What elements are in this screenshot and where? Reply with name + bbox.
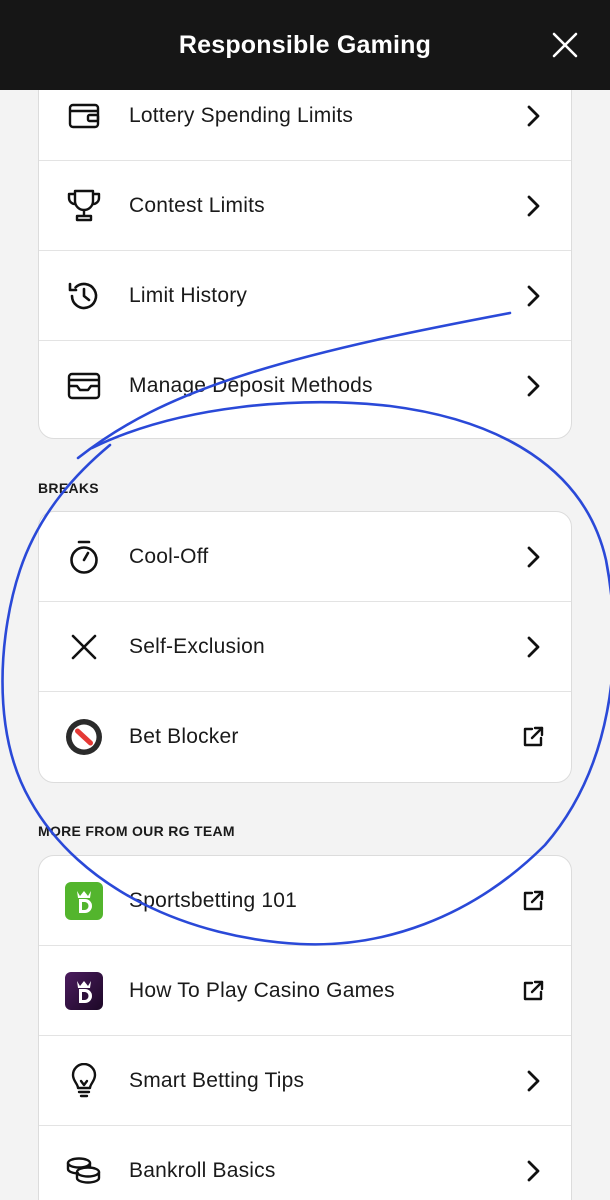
cool-off-row[interactable]: Cool-Off: [39, 512, 571, 602]
lottery-spending-limits-row[interactable]: Lottery Spending Limits: [39, 90, 571, 161]
self-exclusion-row[interactable]: Self-Exclusion: [39, 602, 571, 692]
chevron-right-icon: [527, 1160, 540, 1182]
section-title-more: MORE FROM OUR RG TEAM: [38, 823, 235, 839]
row-label: How To Play Casino Games: [129, 978, 395, 1002]
chevron-right-icon: [527, 195, 540, 216]
casino-app-icon: [65, 971, 103, 1010]
close-button[interactable]: [548, 28, 582, 62]
more-card: Sportsbetting 101 How To Play Casino Gam…: [38, 855, 572, 1200]
row-label: Sportsbetting 101: [129, 888, 298, 912]
close-icon: [552, 32, 578, 58]
chevron-right-icon: [527, 375, 540, 397]
row-label: Smart Betting Tips: [129, 1068, 305, 1092]
sportsbook-app-icon: [65, 881, 103, 920]
sportsbetting-101-row[interactable]: Sportsbetting 101: [39, 856, 571, 946]
row-label: Self-Exclusion: [129, 634, 265, 658]
section-title-breaks: BREAKS: [38, 480, 99, 496]
manage-deposit-methods-row[interactable]: Manage Deposit Methods: [39, 341, 571, 431]
row-label: Bet Blocker: [129, 725, 239, 748]
limit-history-row[interactable]: Limit History: [39, 251, 571, 341]
stopwatch-icon: [39, 539, 129, 575]
chevron-right-icon: [527, 546, 540, 567]
history-icon: [39, 279, 129, 313]
lightbulb-icon: [39, 1062, 129, 1099]
external-link-icon: [523, 890, 544, 910]
how-to-play-casino-games-row[interactable]: How To Play Casino Games: [39, 946, 571, 1036]
page-title: Responsible Gaming: [178, 30, 432, 59]
chevron-right-icon: [527, 636, 540, 657]
card-tray-icon: [39, 372, 129, 400]
row-label: Cool-Off: [129, 544, 209, 568]
limits-card: Lottery Spending Limits Contest Limits L…: [38, 90, 572, 439]
chevron-right-icon: [527, 285, 540, 306]
bankroll-basics-row[interactable]: Bankroll Basics: [39, 1126, 571, 1200]
external-link-icon: [523, 726, 544, 747]
x-icon: [39, 633, 129, 661]
row-label: Limit History: [129, 283, 248, 307]
row-label: Lottery Spending Limits: [129, 103, 354, 127]
scroll-content[interactable]: Lottery Spending Limits Contest Limits L…: [0, 90, 610, 1200]
chevron-right-icon: [527, 1070, 540, 1091]
header-bar: Responsible Gaming: [0, 0, 610, 90]
row-label: Contest Limits: [129, 193, 265, 217]
trophy-icon: [39, 189, 129, 223]
coins-icon: [39, 1156, 129, 1186]
external-link-icon: [523, 980, 544, 1000]
chevron-right-icon: [527, 105, 540, 126]
bet-blocker-icon: [39, 718, 129, 756]
contest-limits-row[interactable]: Contest Limits: [39, 161, 571, 251]
bet-blocker-row[interactable]: Bet Blocker: [39, 692, 571, 782]
smart-betting-tips-row[interactable]: Smart Betting Tips: [39, 1036, 571, 1126]
wallet-icon: [39, 102, 129, 130]
breaks-card: Cool-Off Self-Exclusion Bet Blocker: [38, 511, 572, 783]
row-label: Bankroll Basics: [129, 1159, 276, 1182]
row-label: Manage Deposit Methods: [129, 374, 373, 397]
